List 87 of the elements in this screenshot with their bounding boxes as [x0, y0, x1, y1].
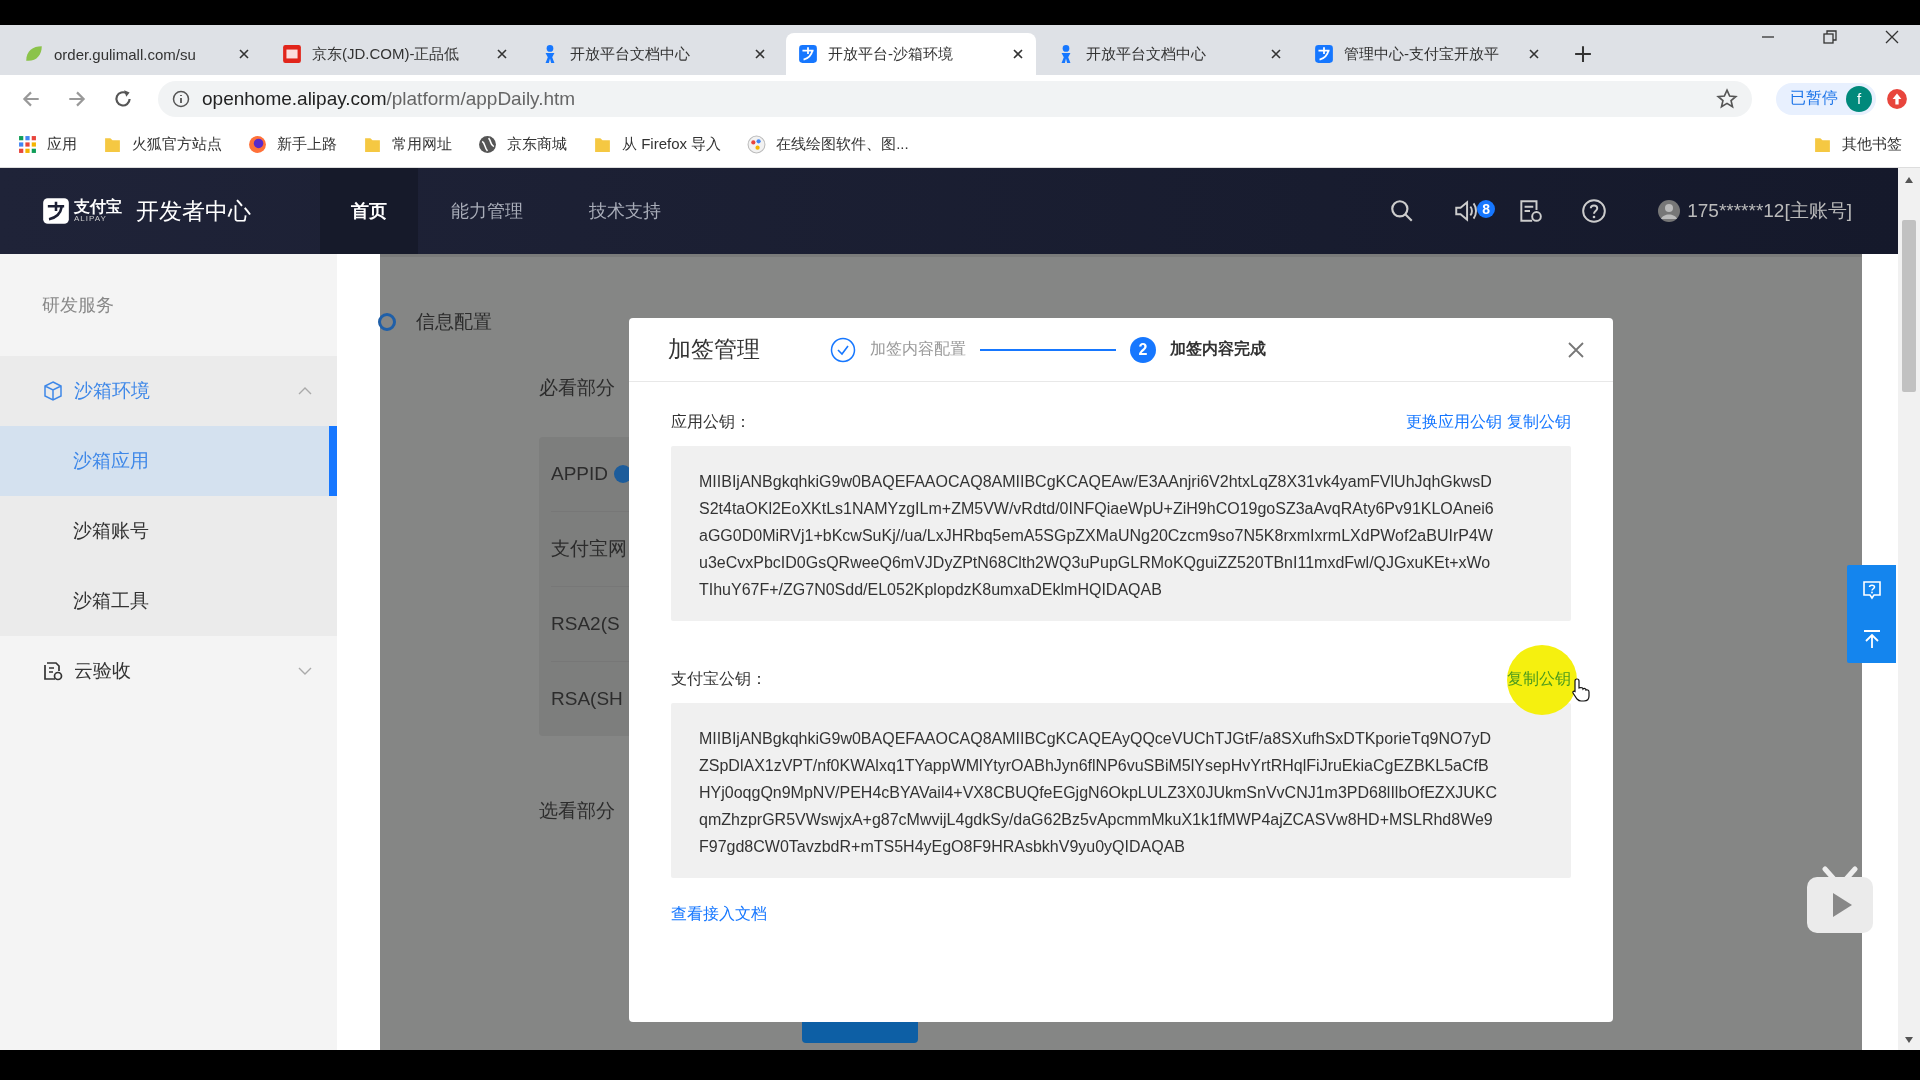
speaker-icon[interactable]: [1453, 198, 1480, 224]
copy-link[interactable]: 更换应用公钥: [1406, 411, 1502, 433]
report-icon: [42, 660, 64, 682]
public-key-text: MIIBIjANBgkqhkiG9w0BAQEFAAOCAQ8AMIIBCgKCAQEAw/E3AAnjri6V2htxLqZ8X31vk4yamFVlUhJqhGkwsD S2t4taOKl2EoXKtLs1NAMYzgILm+ZM5VW/vRdtd/0INFQiaeWpU+ZiH9hCO19goSZ3aAvqRAty6Pv91KLOAnei6 aGG0D0MiRVj1+bKcwSuKj//ua/LxJHRbq5emA5SGpZXMaUNg20Czcm9so7N5K8rxmIxrmLXdPWof2aBUIrP4W u3eCvxPbcID0GsQRweeQ6mVJDyZPtN68Clth2WQ3uPupGLRMoKQguiZZ520TBnI11mxdFwl/QJGxuKEt+xWo TIhuY67F+/ZG7N0Sdd/EL052KplopdzK8umxaDEklmHQIDAQAB: [671, 446, 1571, 621]
menu-group[interactable]: 云验收: [0, 636, 337, 706]
avatar-icon: [1657, 199, 1682, 223]
field-label: 支付宝网: [551, 537, 627, 561]
browser-logo-icon: [248, 135, 267, 154]
bookmark-item[interactable]: 在线绘图软件、图...: [747, 135, 909, 154]
tv-play-icon[interactable]: [1805, 866, 1875, 936]
nav-tab[interactable]: 首页: [320, 168, 418, 254]
close-icon[interactable]: [496, 48, 508, 60]
step-label: 加签内容配置: [870, 339, 966, 359]
notification-badge: 8: [1477, 200, 1496, 218]
field-label: 支付宝公钥：: [671, 668, 767, 689]
step-number: 2: [1130, 336, 1156, 363]
star-icon[interactable]: [1716, 87, 1738, 110]
scrollbar-thumb[interactable]: [1902, 220, 1916, 392]
logo-text: ALIPAY: [74, 215, 108, 223]
site-title: 开发者中心: [136, 196, 251, 226]
address-field[interactable]: openhome.alipay.com/platform/appDaily.htm: [158, 80, 1752, 117]
close-icon[interactable]: [238, 48, 250, 60]
copy-link[interactable]: 复制公钥: [1507, 411, 1571, 433]
section-title: 必看部分: [539, 376, 615, 400]
field-label: APPID: [551, 463, 609, 485]
scroll-down-icon[interactable]: [1904, 1036, 1914, 1044]
close-icon[interactable]: [1270, 48, 1282, 60]
plus-icon[interactable]: [1574, 45, 1592, 63]
logo-text: 支付宝: [74, 199, 122, 215]
step-circle-icon: [378, 313, 396, 331]
help-icon[interactable]: [1581, 198, 1608, 224]
folder-icon: [103, 135, 122, 154]
logo-icon: [42, 197, 70, 225]
bookmark-item[interactable]: 其他书签: [1813, 135, 1902, 154]
reload-icon[interactable]: [112, 87, 134, 110]
folder-icon: [593, 135, 612, 154]
bookmark-item[interactable]: 从 Firefox 导入: [593, 135, 722, 154]
menu-item[interactable]: 沙箱工具: [0, 566, 337, 636]
info-icon: [172, 89, 190, 108]
browser-tab[interactable]: 京东(JD.COM)-正品低: [270, 33, 520, 75]
bookmark-item[interactable]: 应用: [18, 135, 77, 154]
app-logo-icon: [1314, 44, 1334, 64]
account-menu[interactable]: 175******12[主账号]: [1657, 198, 1852, 224]
browser-tab[interactable]: 开放平台文档中心: [528, 33, 778, 75]
dialog-title: 加签管理: [668, 335, 761, 364]
close-icon[interactable]: [1884, 29, 1900, 45]
bookmark-item[interactable]: 京东商城: [478, 135, 567, 154]
browser-tab[interactable]: 开放平台文档中心: [1044, 33, 1294, 75]
hand-cursor-icon: [1571, 676, 1591, 703]
update-icon[interactable]: [1886, 87, 1908, 110]
shop-logo-icon: [282, 44, 302, 64]
menu-item[interactable]: 沙箱账号: [0, 496, 337, 566]
document-clock-icon[interactable]: [1517, 198, 1544, 224]
app-logo-icon: [798, 44, 818, 64]
bookmark-item[interactable]: 火狐官方站点: [103, 135, 222, 154]
close-icon[interactable]: [1528, 48, 1540, 60]
bookmark-item[interactable]: 新手上路: [248, 135, 337, 154]
field-label: RSA2(S: [551, 613, 620, 635]
leaf-icon: [24, 44, 44, 64]
globe-icon: [478, 135, 497, 154]
cube-icon: [42, 380, 64, 402]
public-key-text: MIIBIjANBgkqhkiG9w0BAQEFAAOCAQ8AMIIBCgKCAQEAyQQceVUChTJGtF/a8SXufhSxDTKporieTq9NO7yD ZSpDlAX1zVPT/nf0KWAlxq1TYappWMlYtyrOABhJyn6flNP6vuSBiM5lYsepHvYrtRHqlFiJruEkiaCgEZBKL5aCfB HYj0oqgQn9MpNV/PEH4cBYAVail4+VX8CBUQfeEGjgN6OkpLULZ3X0JUkmSnVvCNJ1m3PD68lIlbOfEZXJUKC qmZhzprGR5VWswjxA+g87cMwvijL4gdkSy/daG62Bz5vApcmmMkuX1k1fMWP4ajZCASVw8HD+MSLRhd8We9 F97gd8CW0TavzbdR+mTS5H4yEgO8F9HRAsbkhV9yu0yQIDAQAB: [671, 703, 1571, 878]
check-circle-icon: [830, 336, 856, 363]
browser-tab[interactable]: order.gulimall.com/su: [12, 33, 262, 75]
field-label: 应用公钥：: [671, 411, 751, 432]
browser-tab[interactable]: 管理中心-支付宝开放平: [1302, 33, 1552, 75]
close-icon[interactable]: [1012, 48, 1024, 60]
profile-button[interactable]: 已暂停 f: [1776, 82, 1876, 115]
step-label: 信息配置: [416, 310, 492, 334]
palette-icon: [747, 135, 767, 154]
scrollbar[interactable]: [1898, 168, 1920, 1050]
documentation-link[interactable]: 查看接入文档: [671, 905, 767, 922]
folder-icon: [1813, 135, 1832, 154]
section-title: 研发服务: [41, 294, 115, 317]
bookmark-item[interactable]: 常用网址: [363, 135, 452, 154]
restore-icon[interactable]: [1822, 29, 1838, 45]
scroll-up-icon[interactable]: [1904, 176, 1914, 184]
folder-icon: [363, 135, 382, 154]
nav-tab[interactable]: 技术支持: [556, 168, 694, 254]
browser-tab[interactable]: 开放平台-沙箱环境: [786, 33, 1036, 75]
step-label: 加签内容完成: [1170, 339, 1266, 359]
close-icon[interactable]: [754, 48, 766, 60]
section-title: 选看部分: [539, 799, 615, 823]
field-label: RSA(SH: [551, 688, 623, 710]
help-bubble-icon[interactable]: [1860, 578, 1883, 601]
nav-tab[interactable]: 能力管理: [418, 168, 556, 254]
apps-grid-icon: [18, 135, 37, 154]
